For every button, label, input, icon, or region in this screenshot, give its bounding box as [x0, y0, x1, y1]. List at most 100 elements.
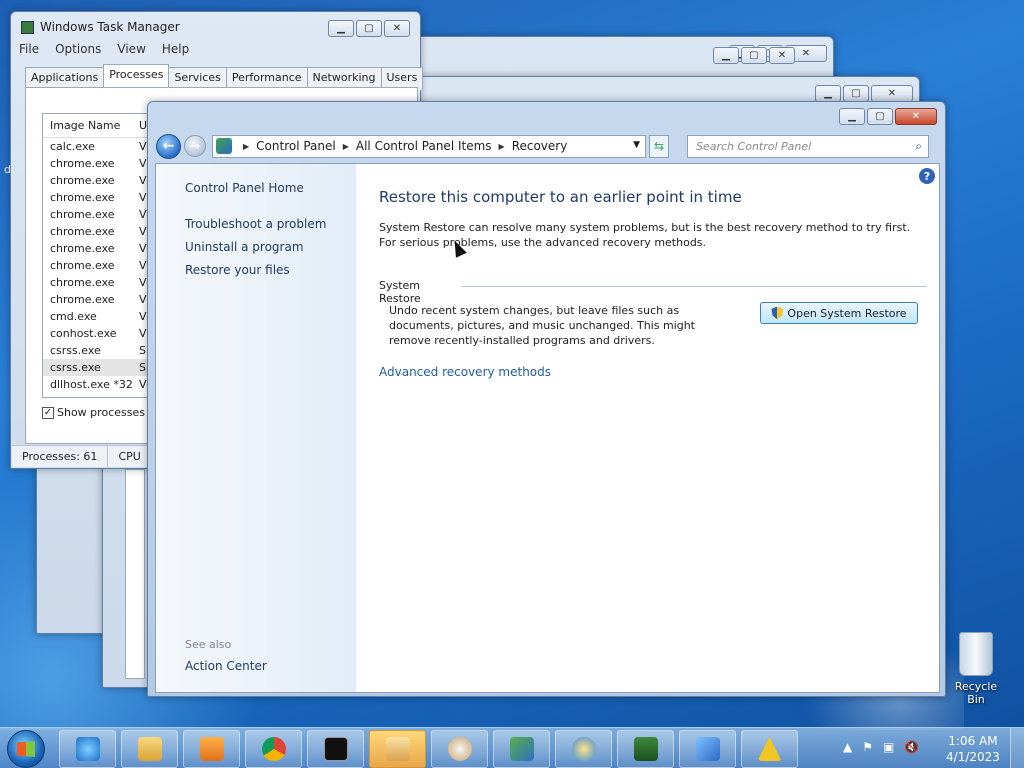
table-row[interactable]: cmd.exe V: [43, 308, 161, 325]
table-row[interactable]: chrome.exe V: [43, 189, 161, 206]
open-system-restore-button[interactable]: Open System Restore: [760, 302, 918, 324]
control-panel-icon: [695, 737, 720, 761]
start-button[interactable]: [7, 730, 45, 768]
menu-view[interactable]: View: [117, 42, 145, 56]
process-user: V: [139, 174, 147, 187]
maximize-icon[interactable]: ▢: [867, 108, 893, 125]
task-manager-title: Windows Task Manager: [21, 20, 180, 34]
table-row[interactable]: chrome.exe V: [43, 172, 161, 189]
forward-arrow-icon[interactable]: →: [184, 135, 206, 157]
table-row[interactable]: chrome.exe V: [43, 155, 161, 172]
menu-help[interactable]: Help: [162, 42, 189, 56]
close-icon[interactable]: ✕: [871, 85, 913, 102]
section-title: System Restore: [379, 279, 421, 305]
table-row[interactable]: chrome.exe V: [43, 223, 161, 240]
taskbar-task-manager[interactable]: [617, 730, 674, 768]
close-icon[interactable]: ✕: [769, 47, 795, 64]
taskbar-ie[interactable]: [59, 730, 116, 768]
link-control-panel-home[interactable]: Control Panel Home: [185, 181, 304, 195]
link-restore-files[interactable]: Restore your files: [185, 263, 290, 277]
breadcrumb-separator-icon[interactable]: ▶: [499, 142, 505, 151]
advanced-recovery-link[interactable]: Advanced recovery methods: [379, 365, 551, 379]
table-row[interactable]: csrss.exe S: [43, 342, 161, 359]
menu-options[interactable]: Options: [55, 42, 101, 56]
volume-icon[interactable]: 🔇: [904, 740, 919, 754]
process-name: csrss.exe: [50, 361, 101, 374]
minimize-icon[interactable]: ▁: [328, 20, 354, 37]
table-row[interactable]: chrome.exe V: [43, 206, 161, 223]
checkbox-icon[interactable]: ✓: [42, 406, 54, 419]
table-row[interactable]: calc.exe V: [43, 138, 161, 155]
taskbar-control-panel[interactable]: [679, 730, 736, 768]
taskbar-explorer[interactable]: [121, 730, 178, 768]
network-status-icon[interactable]: ▣: [883, 740, 894, 754]
recycle-bin-label: Recycle Bin: [954, 680, 998, 706]
maximize-icon[interactable]: ▢: [843, 85, 869, 102]
flag-icon[interactable]: ⚑: [862, 740, 873, 754]
breadcrumb-separator-icon[interactable]: ▶: [243, 142, 249, 151]
chevron-down-icon[interactable]: ▼: [633, 140, 640, 150]
maximize-icon[interactable]: ▢: [356, 20, 382, 37]
control-panel-icon: [216, 138, 232, 154]
table-row[interactable]: chrome.exe V: [43, 240, 161, 257]
clock[interactable]: 1:06 AM 4/1/2023: [944, 733, 1002, 765]
address-bar[interactable]: ▶ Control Panel ▶ All Control Panel Item…: [212, 134, 646, 158]
process-user: V: [139, 191, 147, 204]
taskbar-warning[interactable]: [741, 730, 798, 768]
table-row[interactable]: dllhost.exe *32 V: [43, 376, 161, 393]
breadcrumb-separator-icon[interactable]: ▶: [343, 142, 349, 151]
taskbar-network[interactable]: [493, 730, 550, 768]
recycle-bin[interactable]: Recycle Bin: [945, 632, 1007, 706]
help-icon[interactable]: ?: [919, 168, 935, 184]
table-row[interactable]: chrome.exe V: [43, 257, 161, 274]
search-input[interactable]: Search Control Panel ⌕: [687, 134, 929, 158]
maximize-icon[interactable]: ▢: [741, 47, 767, 64]
taskbar-cmd[interactable]: [307, 730, 364, 768]
column-user[interactable]: U: [139, 119, 147, 132]
taskbar-calculator[interactable]: [369, 730, 426, 768]
taskbar-paint[interactable]: [431, 730, 488, 768]
column-image-name[interactable]: Image Name: [50, 119, 120, 132]
breadcrumb-all-items[interactable]: All Control Panel Items: [356, 139, 492, 153]
process-name: chrome.exe: [50, 225, 115, 238]
process-list[interactable]: Image Name U calc.exe Vchrome.exe Vchrome.…: [42, 113, 162, 398]
link-uninstall[interactable]: Uninstall a program: [185, 240, 304, 254]
table-row[interactable]: chrome.exe V: [43, 291, 161, 308]
table-row[interactable]: csrss.exe S: [43, 359, 161, 376]
menu-bar: File Options View Help: [19, 42, 189, 56]
breadcrumb-control-panel[interactable]: Control Panel: [256, 139, 336, 153]
taskbar-media-player[interactable]: [183, 730, 240, 768]
page-title: Restore this computer to an earlier poin…: [379, 188, 742, 206]
status-processes: Processes: 61: [12, 446, 109, 467]
process-rows: calc.exe Vchrome.exe Vchrome.exe Vchrome.ex…: [43, 138, 161, 393]
breadcrumb-recovery[interactable]: Recovery: [512, 139, 568, 153]
show-processes-option[interactable]: ✓ Show processes fr: [42, 406, 157, 419]
back-arrow-icon[interactable]: ←: [156, 133, 181, 159]
close-icon[interactable]: ✕: [384, 20, 410, 37]
recovery-window[interactable]: ▁ ▢ ✕ ← → ▶ Control Panel ▶ All Control …: [147, 101, 946, 697]
taskbar-recovery[interactable]: [555, 730, 612, 768]
recycle-bin-icon: [959, 632, 993, 676]
process-name: chrome.exe: [50, 208, 115, 221]
refresh-icon[interactable]: ⇆: [649, 134, 669, 158]
menu-file[interactable]: File: [19, 42, 39, 56]
minimize-icon[interactable]: ▁: [839, 108, 865, 125]
close-icon[interactable]: ✕: [895, 108, 937, 125]
search-icon[interactable]: ⌕: [915, 139, 922, 154]
section-description: Undo recent system changes, but leave fi…: [389, 304, 695, 347]
link-troubleshoot[interactable]: Troubleshoot a problem: [185, 217, 326, 231]
show-desktop-button[interactable]: [1010, 728, 1024, 768]
tab-processes[interactable]: Processes: [103, 64, 170, 87]
see-also-label: See also: [185, 638, 232, 651]
minimize-icon[interactable]: ▁: [815, 85, 841, 102]
process-user: V: [139, 259, 147, 272]
chevron-up-icon[interactable]: ▲: [843, 740, 852, 754]
process-user: V: [139, 157, 147, 170]
taskbar-chrome[interactable]: [245, 730, 302, 768]
table-row[interactable]: chrome.exe V: [43, 274, 161, 291]
ie-icon: [75, 737, 100, 761]
link-action-center[interactable]: Action Center: [185, 659, 267, 673]
minimize-icon[interactable]: ▁: [713, 47, 739, 64]
process-user: S: [139, 344, 146, 357]
table-row[interactable]: conhost.exe V: [43, 325, 161, 342]
